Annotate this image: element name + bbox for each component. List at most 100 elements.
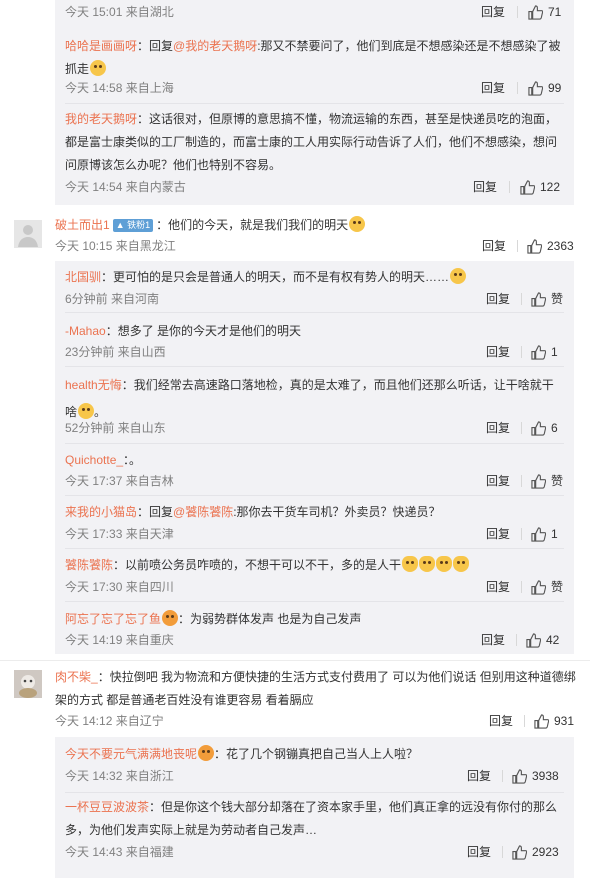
like-button[interactable]: 1: [531, 525, 558, 543]
reply-meta: 52分钟前 来自山东 回复 6: [65, 419, 564, 437]
thumbs-up-icon: [534, 713, 549, 729]
reply-button[interactable]: 回复: [481, 79, 505, 97]
thumbs-up-icon: [520, 179, 535, 195]
reply-user-link[interactable]: 我的老天鹅呀: [65, 112, 137, 126]
reply-user-link[interactable]: 饕陈饕陈: [65, 558, 113, 572]
thumbs-up-icon: [528, 4, 543, 20]
reply-text: -Mahao：想多了 是你的今天才是他们的明天: [65, 320, 564, 343]
comment-user-link[interactable]: 肉不柴_: [55, 670, 98, 684]
sparkle-emoji-icon: [162, 610, 179, 626]
reply-text: 哈哈是画画呀：回复@我的老天鹅呀:那又不禁要问了，他们到底是不想感染还是不想感染…: [65, 35, 564, 81]
reply-button[interactable]: 回复: [486, 419, 510, 437]
thumbs-up-icon: [526, 632, 541, 648]
reply-body: ：想多了 是你的今天才是他们的明天: [105, 324, 302, 338]
reply-user-link[interactable]: 阿忘了忘了忘了鱼: [65, 612, 161, 626]
reply-block-1: 今天 15:01 来自湖北 回复 71 哈哈是画画呀：回复@我的老天鹅呀:那又不…: [55, 0, 574, 205]
like-button[interactable]: 42: [526, 631, 559, 649]
comment-body: ：快拉倒吧 我为物流和方便快捷的生活方式支付费用了 可以为他们说话 但别用这种道…: [55, 670, 576, 707]
like-button[interactable]: 2923: [512, 843, 559, 861]
thumbs-up-icon: [531, 291, 546, 307]
scared-emoji-icon: [90, 60, 107, 76]
reply-button[interactable]: 回复: [467, 767, 491, 785]
fan-badge: ▲ 铁粉1: [112, 219, 154, 232]
reply-button[interactable]: 回复: [489, 712, 513, 730]
reply-meta: 23分钟前 来自山西 回复 1: [65, 343, 564, 361]
reply-button[interactable]: 回复: [481, 3, 505, 21]
comment-body: ：他们的今天，就是我们我们的明天: [156, 218, 349, 232]
like-count: 71: [548, 5, 562, 19]
comment-meta: 今天 15:01 来自湖北 回复 71: [65, 3, 564, 21]
reply-block-3: 今天不要元气满满地丧呢 ：花了几个钢镚真把自己当人上人啦？ 今天 14:32 来自…: [55, 737, 574, 878]
reply-item: 北国驯：更可怕的是只会是普通人的明天，而不是有权有势人的明天……: [65, 266, 564, 289]
comment-meta: 今天 14:12 来自辽宁 回复 931: [55, 712, 575, 730]
mention-link[interactable]: @饕陈饕陈: [173, 505, 233, 519]
like-button[interactable]: 931: [534, 712, 574, 730]
avatar[interactable]: [14, 220, 42, 248]
cry-emoji-icon: [450, 268, 467, 284]
reply-button[interactable]: 回复: [482, 237, 506, 255]
reply-user-link[interactable]: -Mahao: [65, 324, 106, 338]
reply-button[interactable]: 回复: [467, 843, 491, 861]
reply-date: 今天 17:30 来自四川: [65, 580, 174, 594]
reply-button[interactable]: 回复: [481, 631, 505, 649]
like-count: 赞: [551, 580, 564, 594]
reply-user-link[interactable]: 一杯豆豆波波茶: [65, 800, 149, 814]
like-button[interactable]: 99: [528, 79, 561, 97]
reply-item: 阿忘了忘了忘了鱼 ：为弱势群体发声 也是为自己发声: [65, 608, 564, 631]
reply-button[interactable]: 回复: [473, 178, 497, 196]
reply-meta: 今天 17:30 来自四川 回复 赞: [65, 578, 564, 596]
reply-button[interactable]: 回复: [486, 472, 510, 490]
default-avatar-icon: [18, 225, 38, 247]
reply-body: ：这话很对，但原博的意思搞不懂，物流运输的东西，甚至是快递员吃的泡面，都是富士康…: [65, 112, 558, 172]
reply-text: 我的老天鹅呀：这话很对，但原博的意思搞不懂，物流运输的东西，甚至是快递员吃的泡面…: [65, 108, 564, 177]
reply-button[interactable]: 回复: [486, 343, 510, 361]
reply-button[interactable]: 回复: [486, 525, 510, 543]
like-button[interactable]: 赞: [531, 290, 563, 308]
reply-date: 6分钟前 来自河南: [65, 292, 160, 306]
reply-user-link[interactable]: 今天不要元气满满地丧呢: [65, 747, 197, 761]
comment-date: 今天 10:15 来自黑龙江: [55, 239, 176, 253]
reply-user-link[interactable]: health无悔: [65, 378, 122, 392]
thinking-emoji-icon: [349, 216, 366, 232]
reply-text: 今天不要元气满满地丧呢 ：花了几个钢镚真把自己当人上人啦？: [65, 743, 564, 766]
reply-item: 来我的小猫岛：回复@饕陈饕陈:那你去干货车司机？外卖员？快递员？: [65, 501, 564, 524]
like-button[interactable]: 71: [528, 3, 561, 21]
thumbs-up-icon: [527, 238, 542, 254]
reply-text: 饕陈饕陈：以前喷公务员咋喷的，不想干可以不干，多的是人干: [65, 554, 564, 577]
reply-date: 今天 14:58 来自上海: [65, 81, 174, 95]
like-button[interactable]: 122: [520, 178, 560, 196]
like-button[interactable]: 赞: [531, 578, 563, 596]
reply-meta: 今天 14:19 来自重庆 回复 42: [65, 631, 564, 649]
like-button[interactable]: 6: [531, 419, 558, 437]
reply-meta: 今天 14:58 来自上海 回复 99: [65, 79, 564, 97]
reply-body: ：更可怕的是只会是普通人的明天，而不是有权有势人的明天……: [101, 270, 450, 284]
thumbs-up-icon: [531, 526, 546, 542]
like-button[interactable]: 3938: [512, 767, 559, 785]
like-button[interactable]: 1: [531, 343, 558, 361]
like-count: 2363: [547, 239, 574, 253]
comment-user-link[interactable]: 破土而出1: [55, 218, 110, 232]
like-count: 99: [548, 81, 562, 95]
like-button[interactable]: 赞: [531, 472, 563, 490]
reply-user-link[interactable]: Quichotte_: [65, 453, 123, 467]
reply-user-link[interactable]: 哈哈是画画呀: [65, 39, 137, 53]
thumbs-up-icon: [531, 579, 546, 595]
reply-user-link[interactable]: 来我的小猫岛: [65, 505, 137, 519]
comment-meta: 今天 10:15 来自黑龙江 回复 2363: [55, 237, 575, 255]
like-count: 1: [551, 527, 558, 541]
reply-meta: 今天 14:32 来自浙江 回复 3938: [65, 767, 564, 785]
cat-emoji-icon: [402, 556, 419, 572]
reply-user-link[interactable]: 北国驯: [65, 270, 101, 284]
user-photo-icon: [14, 670, 42, 698]
reply-item: 一杯豆豆波波茶：但是你这个钱大部分却落在了资本家手里，他们真正拿的远没有你付的那…: [65, 796, 564, 842]
reply-date: 今天 14:19 来自重庆: [65, 633, 174, 647]
mention-link[interactable]: @我的老天鹅呀: [173, 39, 257, 53]
reply-body: ：我们经常去高速路口落地检，真的是太难了，而且他们还那么听话，让干啥就干啥: [65, 378, 554, 419]
reply-button[interactable]: 回复: [486, 578, 510, 596]
like-button[interactable]: 2363: [527, 237, 574, 255]
avatar[interactable]: [14, 670, 42, 698]
sparkle-emoji-icon: [198, 745, 215, 761]
reply-date: 23分钟前 来自山西: [65, 345, 166, 359]
reply-item: 饕陈饕陈：以前喷公务员咋喷的，不想干可以不干，多的是人干: [65, 554, 564, 577]
reply-button[interactable]: 回复: [486, 290, 510, 308]
